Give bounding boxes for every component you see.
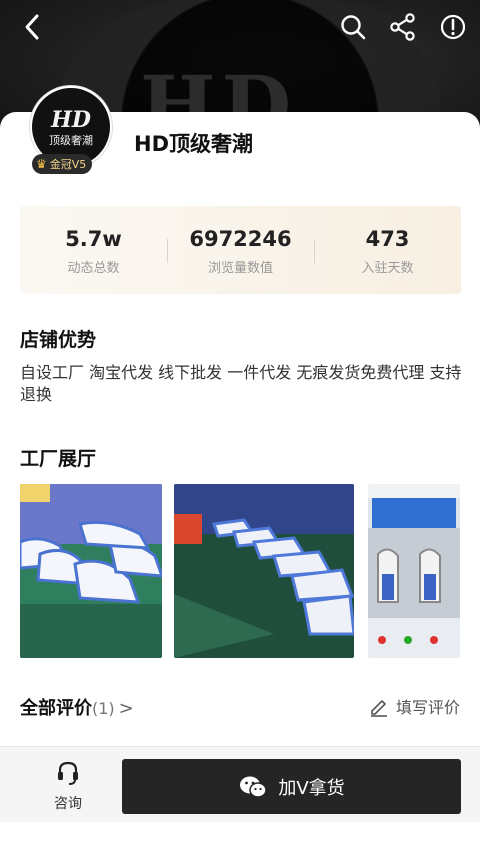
avatar-text-bottom: 顶级奢潮 — [49, 133, 93, 147]
shop-name: HD顶级奢潮 — [134, 132, 254, 156]
bottom-action-bar: 咨询 加V拿货 — [0, 746, 480, 822]
all-reviews-link[interactable]: 全部评价(1) > — [20, 694, 134, 720]
avatar-text-top: HD — [51, 106, 91, 133]
write-review-button[interactable]: 填写评价 — [368, 694, 460, 718]
advantages-title: 店铺优势 — [20, 329, 97, 351]
chevron-left-icon — [25, 14, 39, 40]
search-button[interactable] — [336, 10, 370, 44]
stat-label: 浏览量数值 — [207, 260, 273, 276]
share-button[interactable] — [386, 10, 420, 44]
consult-button[interactable]: 咨询 — [40, 759, 96, 813]
advantages-text: 自设工厂 淘宝代发 线下批发 一件代发 无痕发货免费代理 支持退换 — [20, 363, 462, 404]
headset-icon — [58, 761, 78, 785]
chevron-right-icon: > — [118, 698, 134, 719]
write-review-label: 填写评价 — [395, 698, 460, 717]
add-v-label: 加V拿货 — [278, 777, 345, 799]
gallery-photo-1[interactable] — [20, 484, 162, 658]
stat-value: 6972246 — [189, 226, 292, 251]
stat-posts: 5.7w 动态总数 — [20, 225, 167, 276]
stat-label: 动态总数 — [67, 260, 120, 276]
wechat-icon — [240, 776, 268, 798]
sneakers-display-photo — [20, 484, 162, 658]
stats-panel: 5.7w 动态总数 6972246 浏览量数值 473 入驻天数 — [20, 206, 461, 294]
badge-label: 金冠V5 — [49, 158, 87, 171]
sneakers-production-line-photo — [174, 484, 354, 658]
stat-value: 473 — [365, 226, 410, 251]
factory-title: 工厂展厅 — [20, 448, 97, 470]
shop-avatar[interactable]: HD 顶级奢潮 ♛ 金冠V5 — [30, 86, 112, 174]
reviews-count: (1) — [92, 699, 115, 718]
crown-icon: ♛ — [36, 157, 47, 171]
stat-views: 6972246 浏览量数值 — [167, 225, 314, 276]
add-wechat-button[interactable]: 加V拿货 — [122, 759, 461, 814]
factory-gallery[interactable] — [20, 484, 460, 658]
share-icon — [390, 13, 415, 41]
factory-machine-photo — [368, 484, 460, 658]
back-button[interactable] — [16, 10, 50, 44]
reviews-title: 全部评价 — [20, 698, 92, 719]
search-icon — [341, 15, 366, 40]
consult-label: 咨询 — [54, 796, 82, 812]
info-icon — [440, 14, 466, 40]
level-badge: ♛ 金冠V5 — [32, 154, 93, 174]
gallery-photo-2[interactable] — [174, 484, 354, 658]
stat-label: 入驻天数 — [361, 260, 414, 276]
pencil-icon — [370, 700, 387, 717]
report-button[interactable] — [436, 10, 470, 44]
stat-value: 5.7w — [65, 226, 122, 251]
stat-days: 473 入驻天数 — [314, 225, 461, 276]
gallery-photo-3[interactable] — [368, 484, 460, 658]
